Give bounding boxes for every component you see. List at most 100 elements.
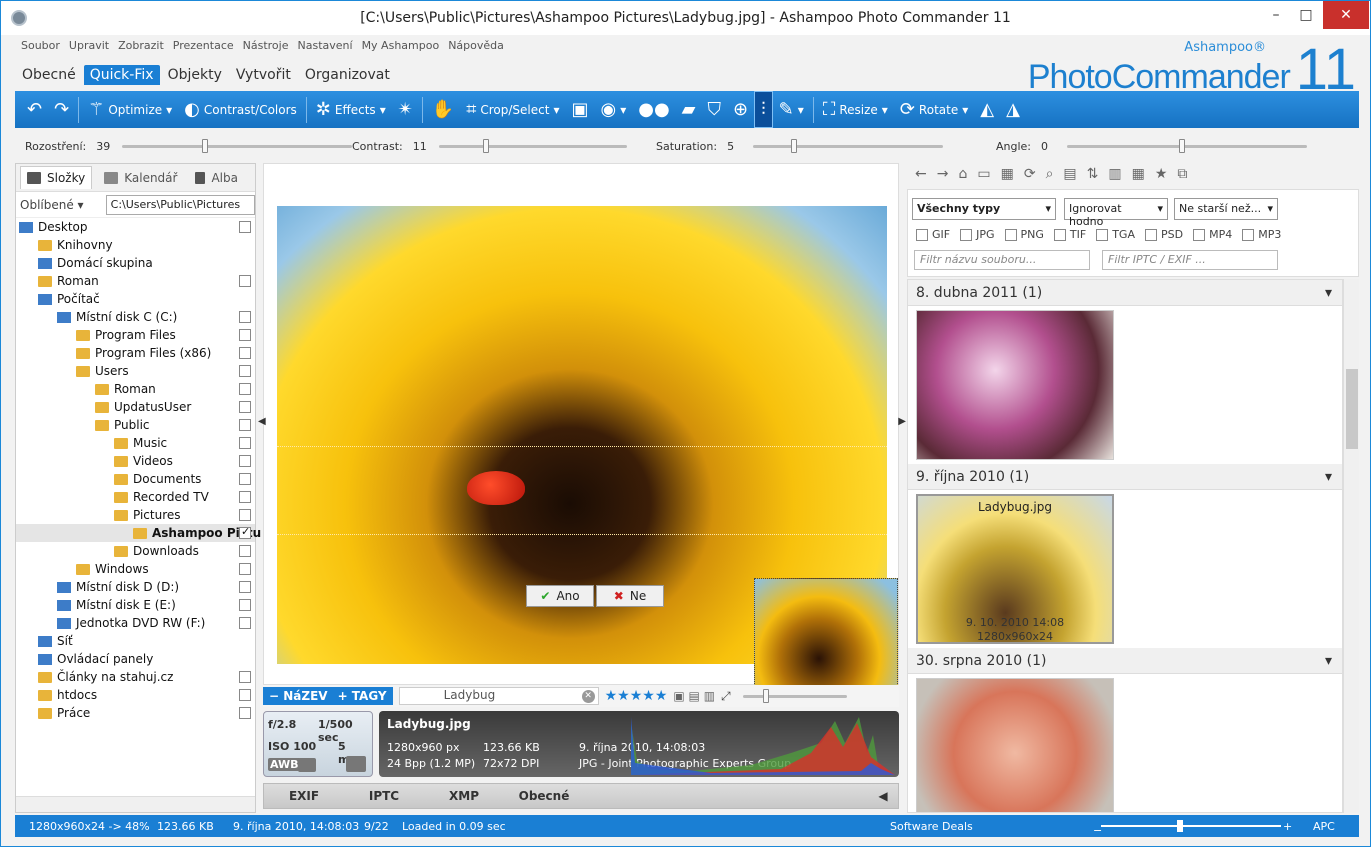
tree-checkbox[interactable] bbox=[239, 525, 251, 539]
tree-checkbox[interactable] bbox=[239, 401, 251, 413]
tree-node[interactable]: Downloads bbox=[16, 542, 255, 560]
tree-node[interactable]: Music bbox=[16, 434, 255, 452]
tree-node[interactable]: Místní disk E (E:) bbox=[16, 596, 255, 614]
name-tags-toggle[interactable]: − NáZEV + TAGY bbox=[263, 687, 393, 705]
saturation-slider[interactable] bbox=[753, 139, 944, 153]
confirm-no-button[interactable]: ✖ Ne bbox=[596, 585, 664, 607]
tab-exif[interactable]: EXIF bbox=[264, 789, 344, 803]
tree-checkbox[interactable] bbox=[239, 563, 251, 575]
collapse-arrow-icon[interactable]: ◀ bbox=[868, 789, 898, 803]
tree-checkbox[interactable] bbox=[239, 671, 251, 683]
tree-checkbox[interactable] bbox=[239, 329, 251, 341]
collapse-left-icon[interactable]: ◀ bbox=[258, 416, 266, 427]
tif-checkbox[interactable]: TIF bbox=[1053, 228, 1086, 241]
png-checkbox[interactable]: PNG bbox=[1004, 228, 1044, 241]
tree-checkbox[interactable] bbox=[239, 347, 251, 359]
contrast-slider[interactable] bbox=[438, 139, 627, 153]
tree-node[interactable]: Články na stahuj.cz bbox=[16, 668, 255, 686]
menu-napoveda[interactable]: Nápověda bbox=[448, 39, 504, 52]
tree-checkbox[interactable] bbox=[239, 473, 251, 485]
image-icon[interactable]: ▣ ▤ ▥ bbox=[673, 689, 715, 703]
folder-up-icon[interactable]: ⌂ bbox=[958, 166, 967, 182]
chevron-down-icon[interactable]: ▾ bbox=[1325, 469, 1332, 485]
tree-node[interactable]: Síť bbox=[16, 632, 255, 650]
age-select[interactable]: Ne starší než... ▾ bbox=[1174, 198, 1278, 220]
fill-button[interactable]: ⛉ bbox=[702, 91, 728, 128]
tree-node[interactable]: Program Files (x86) bbox=[16, 344, 255, 362]
tab-obecne[interactable]: Obecné bbox=[16, 65, 82, 85]
menu-prezentace[interactable]: Prezentace bbox=[173, 39, 234, 52]
tree-checkbox[interactable] bbox=[239, 509, 251, 521]
calendar-icon[interactable]: ▥ bbox=[1108, 166, 1121, 182]
navigator-thumbnail[interactable] bbox=[754, 578, 898, 686]
redo-button[interactable]: ↷ bbox=[48, 91, 75, 128]
tga-checkbox[interactable]: TGA bbox=[1096, 228, 1135, 241]
tree-node[interactable]: Jednotka DVD RW (F:) bbox=[16, 614, 255, 632]
maximize-button[interactable]: □ bbox=[1291, 1, 1321, 29]
chevron-down-icon[interactable]: ▾ bbox=[1325, 285, 1332, 301]
flip-vertical-button[interactable]: ◭ bbox=[974, 91, 1000, 128]
tree-node[interactable]: Public bbox=[16, 416, 255, 434]
thumbnail-ladybug[interactable]: Ladybug.jpg 9. 10. 2010 14:08 1280x960x2… bbox=[916, 494, 1114, 644]
filename-filter-input[interactable]: Filtr názvu souboru... bbox=[914, 250, 1090, 270]
zoom-slider[interactable] bbox=[742, 688, 847, 703]
mp4-checkbox[interactable]: MP4 bbox=[1193, 228, 1232, 241]
menu-soubor[interactable]: Soubor bbox=[21, 39, 60, 52]
menu-zobrazit[interactable]: Zobrazit bbox=[118, 39, 164, 52]
psd-checkbox[interactable]: PSD bbox=[1144, 228, 1183, 241]
group-header[interactable]: 9. října 2010 (1) ▾ bbox=[908, 464, 1342, 490]
chevron-down-icon[interactable]: ▾ bbox=[1325, 653, 1332, 669]
menu-nastaveni[interactable]: Nastavení bbox=[298, 39, 353, 52]
mp3-checkbox[interactable]: MP3 bbox=[1242, 228, 1281, 241]
angle-slider[interactable] bbox=[1067, 139, 1308, 153]
pan-button[interactable]: ✋ bbox=[426, 91, 460, 128]
tree-node[interactable]: Recorded TV bbox=[16, 488, 255, 506]
tree-checkbox[interactable] bbox=[239, 455, 251, 467]
confirm-yes-button[interactable]: ✔ Ano bbox=[526, 585, 594, 607]
tree-node[interactable]: Knihovny bbox=[16, 236, 255, 254]
tab-objekty[interactable]: Objekty bbox=[162, 65, 228, 85]
jpg-checkbox[interactable]: JPG bbox=[960, 228, 995, 241]
tree-node[interactable]: Pictures bbox=[16, 506, 255, 524]
tree-node[interactable]: Místní disk C (C:) bbox=[16, 308, 255, 326]
tab-slozky[interactable]: Složky bbox=[20, 166, 93, 189]
menu-my-ashampoo[interactable]: My Ashampoo bbox=[362, 39, 440, 52]
tree-checkbox[interactable] bbox=[239, 491, 251, 503]
resize-button[interactable]: ⛶ Resize ▾ bbox=[817, 91, 894, 128]
expand-icon[interactable]: ⤢ bbox=[721, 689, 731, 704]
contrast-colors-button[interactable]: ◐ Contrast/Colors bbox=[178, 91, 303, 128]
thumbnail-magnolia[interactable] bbox=[916, 310, 1114, 460]
tree-node[interactable]: Počítač bbox=[16, 290, 255, 308]
tab-organizovat[interactable]: Organizovat bbox=[299, 65, 396, 85]
tree-node[interactable]: Program Files bbox=[16, 326, 255, 344]
case-select[interactable]: Ignorovat hodno ▾ bbox=[1064, 198, 1168, 228]
magic-effect-button[interactable]: ✴ bbox=[392, 91, 419, 128]
tree-node[interactable]: Ovládací panely bbox=[16, 650, 255, 668]
group-header[interactable]: 30. srpna 2010 (1) ▾ bbox=[908, 648, 1342, 674]
tree-checkbox[interactable] bbox=[239, 311, 251, 323]
tab-quick-fix[interactable]: Quick-Fix bbox=[83, 65, 160, 85]
new-folder-icon[interactable]: ▤ bbox=[1063, 166, 1076, 182]
clear-icon[interactable]: ✕ bbox=[581, 690, 595, 703]
tree-checkbox[interactable] bbox=[239, 581, 251, 593]
minimize-button[interactable]: – bbox=[1261, 1, 1291, 29]
bandage-button[interactable]: ✎ ▾ bbox=[773, 91, 810, 128]
tree-checkbox[interactable] bbox=[239, 221, 251, 233]
menu-upravit[interactable]: Upravit bbox=[69, 39, 109, 52]
tree-node[interactable]: Windows bbox=[16, 560, 255, 578]
favorites-dropdown[interactable]: Oblíbené ▾ bbox=[20, 198, 98, 212]
vertical-scrollbar[interactable] bbox=[1343, 279, 1359, 813]
tab-kalendar[interactable]: Kalendář bbox=[98, 167, 183, 189]
tree-node[interactable]: Roman bbox=[16, 272, 255, 290]
tree-node[interactable]: Desktop bbox=[16, 218, 255, 236]
tab-iptc[interactable]: IPTC bbox=[344, 789, 424, 803]
group-header[interactable]: 8. dubna 2011 (1) ▾ bbox=[908, 280, 1342, 306]
image-name-field[interactable]: Ladybug ✕ bbox=[398, 687, 599, 705]
collapse-right-icon[interactable]: ▶ bbox=[898, 416, 906, 427]
tree-checkbox[interactable] bbox=[239, 707, 251, 719]
tree-checkbox[interactable] bbox=[239, 437, 251, 449]
close-button[interactable]: ✕ bbox=[1323, 1, 1369, 29]
tree-node[interactable]: Místní disk D (D:) bbox=[16, 578, 255, 596]
eraser-button[interactable]: ▰ bbox=[676, 91, 702, 128]
tree-node[interactable]: Ashampoo Pictu bbox=[16, 524, 261, 542]
